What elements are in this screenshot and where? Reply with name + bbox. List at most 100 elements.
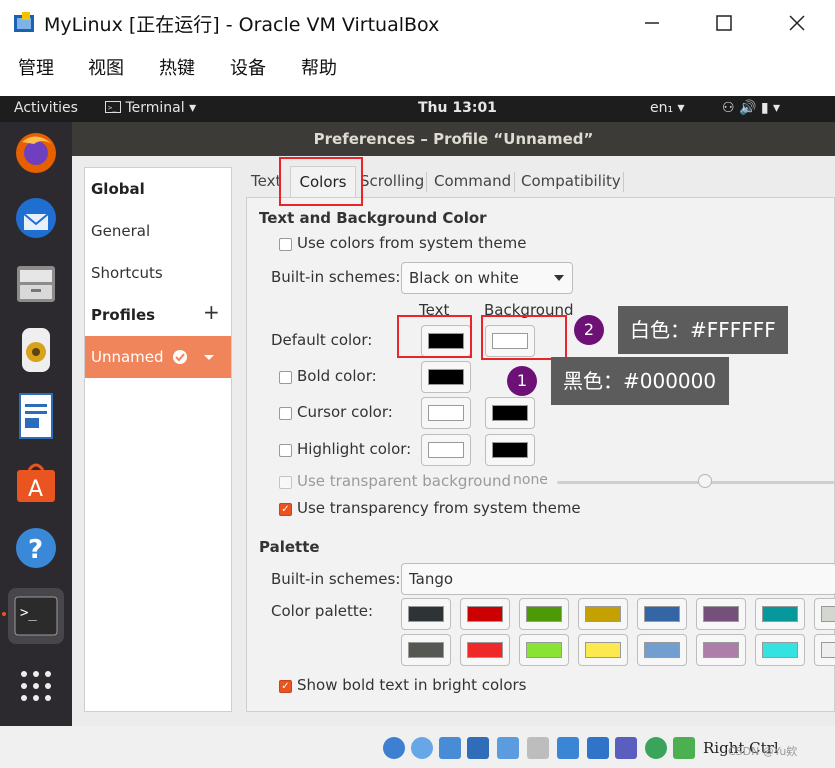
palette-swatch-1-6[interactable] xyxy=(696,598,746,630)
minimize-icon xyxy=(645,22,659,24)
dock-software[interactable]: A xyxy=(8,454,64,510)
dock-writer[interactable] xyxy=(8,388,64,444)
palette-swatch-2-3[interactable] xyxy=(519,634,569,666)
vrde-icon[interactable] xyxy=(615,737,637,759)
dock-firefox[interactable] xyxy=(8,124,64,180)
palette-builtin-label: Built-in schemes: xyxy=(271,570,401,588)
step-badge-2: 2 xyxy=(574,315,604,345)
terminal-app-menu[interactable]: >_ Terminal ▾ xyxy=(105,100,196,116)
close-icon xyxy=(789,15,805,31)
tab-separator xyxy=(514,172,515,192)
cd-icon[interactable] xyxy=(411,737,433,759)
profile-menu-chevron-icon[interactable] xyxy=(203,354,215,362)
tab-separator xyxy=(623,172,624,192)
svg-text:>_: >_ xyxy=(20,605,37,621)
capture-icon[interactable] xyxy=(587,737,609,759)
palette-swatch-color xyxy=(644,642,680,658)
menu-help[interactable]: 帮助 xyxy=(301,54,337,80)
palette-swatch-1-1[interactable] xyxy=(401,598,451,630)
minimize-button[interactable] xyxy=(632,8,672,38)
palette-swatch-2-8[interactable] xyxy=(814,634,835,666)
tab-command[interactable]: Command xyxy=(434,166,511,197)
palette-swatch-1-3[interactable] xyxy=(519,598,569,630)
callout-black: 黑色：#000000 xyxy=(551,357,729,405)
palette-swatch-2-4[interactable] xyxy=(578,634,628,666)
palette-swatch-1-8[interactable] xyxy=(814,598,835,630)
dock-thunderbird[interactable] xyxy=(8,190,64,246)
dock-rhythmbox[interactable] xyxy=(8,322,64,378)
sidebar-item-shortcuts[interactable]: Shortcuts xyxy=(85,252,231,294)
transparent-background-label: Use transparent background xyxy=(297,472,512,490)
color-palette-label: Color palette: xyxy=(271,602,374,620)
palette-swatch-1-5[interactable] xyxy=(637,598,687,630)
add-profile-button[interactable]: + xyxy=(203,300,220,324)
dock-help[interactable]: ? xyxy=(8,520,64,576)
dock-terminal[interactable]: >_ xyxy=(8,588,64,644)
bold-color-button[interactable] xyxy=(421,361,471,393)
system-menu[interactable]: ⚇ 🔊 ▮ ▾ xyxy=(722,100,780,116)
tab-compatibility[interactable]: Compatibility xyxy=(521,166,621,197)
palette-swatch-2-2[interactable] xyxy=(460,634,510,666)
palette-swatch-1-2[interactable] xyxy=(460,598,510,630)
tab-text[interactable]: Text xyxy=(251,166,281,197)
usb-icon[interactable] xyxy=(439,737,461,759)
dock-show-apps[interactable] xyxy=(8,658,64,714)
bold-color-checkbox[interactable] xyxy=(279,371,292,384)
clock[interactable]: Thu 13:01 xyxy=(418,100,497,116)
builtin-schemes-select[interactable]: Black on white xyxy=(401,262,573,294)
optical-drive-icon[interactable] xyxy=(383,737,405,759)
tab-scrolling[interactable]: Scrolling xyxy=(360,166,424,197)
activities-button[interactable]: Activities xyxy=(14,100,78,116)
menu-view[interactable]: 视图 xyxy=(88,54,124,80)
menu-manage[interactable]: 管理 xyxy=(18,54,54,80)
watermark: CSDN @Yu欸 xyxy=(728,745,798,758)
palette-swatch-2-7[interactable] xyxy=(755,634,805,666)
palette-swatch-2-6[interactable] xyxy=(696,634,746,666)
transparency-slider-handle[interactable] xyxy=(698,474,712,488)
maximize-button[interactable] xyxy=(704,8,744,38)
menu-hotkeys[interactable]: 热键 xyxy=(159,54,195,80)
palette-swatch-2-5[interactable] xyxy=(637,634,687,666)
dock-files[interactable] xyxy=(8,256,64,312)
use-transparency-system-checkbox[interactable]: ✓ xyxy=(279,503,292,516)
sidebar-item-general[interactable]: General xyxy=(85,210,231,252)
highlight-color-label: Highlight color: xyxy=(297,440,412,458)
cursor-bg-color-button[interactable] xyxy=(485,397,535,429)
highlight-fg-color-button[interactable] xyxy=(421,434,471,466)
terminal-icon: >_ xyxy=(14,596,58,636)
use-system-colors-label: Use colors from system theme xyxy=(297,234,527,252)
vbox-menubar: 管理 视图 热键 设备 帮助 xyxy=(0,46,835,86)
palette-swatch-color xyxy=(585,642,621,658)
usb-devices-icon[interactable] xyxy=(497,737,519,759)
cursor-color-checkbox[interactable] xyxy=(279,407,292,420)
network-icon[interactable] xyxy=(467,737,489,759)
menu-devices[interactable]: 设备 xyxy=(230,54,266,80)
transparency-value: none xyxy=(513,472,548,488)
palette-swatch-2-1[interactable] xyxy=(401,634,451,666)
mouse-integration-icon[interactable] xyxy=(645,737,667,759)
display-icon[interactable] xyxy=(557,737,579,759)
palette-builtin-select[interactable]: Tango xyxy=(401,563,835,595)
palette-swatch-color xyxy=(526,606,562,622)
thunderbird-icon xyxy=(16,198,56,238)
palette-swatch-1-4[interactable] xyxy=(578,598,628,630)
use-system-colors-checkbox[interactable] xyxy=(279,238,292,251)
transparent-background-checkbox[interactable] xyxy=(279,476,292,489)
window-title: MyLinux [正在运行] - Oracle VM VirtualBox xyxy=(44,14,440,36)
rhythmbox-icon xyxy=(22,328,50,372)
sidebar-global: Global xyxy=(91,180,145,198)
profile-name: Unnamed xyxy=(91,348,164,366)
tab-separator xyxy=(426,172,427,192)
cursor-fg-color-button[interactable] xyxy=(421,397,471,429)
highlight-bg-color-button[interactable] xyxy=(485,434,535,466)
vbox-statusbar: Right Ctrl CSDN @Yu欸 xyxy=(0,726,835,768)
transparency-slider-track[interactable] xyxy=(557,481,835,484)
highlight-text-color xyxy=(397,315,472,358)
input-method-indicator[interactable]: en₁ ▾ xyxy=(650,100,685,116)
bold-bright-checkbox[interactable]: ✓ xyxy=(279,680,292,693)
keyboard-capture-icon[interactable] xyxy=(673,737,695,759)
shared-folders-icon[interactable] xyxy=(527,737,549,759)
highlight-color-checkbox[interactable] xyxy=(279,444,292,457)
palette-swatch-1-7[interactable] xyxy=(755,598,805,630)
close-button[interactable] xyxy=(777,8,817,38)
